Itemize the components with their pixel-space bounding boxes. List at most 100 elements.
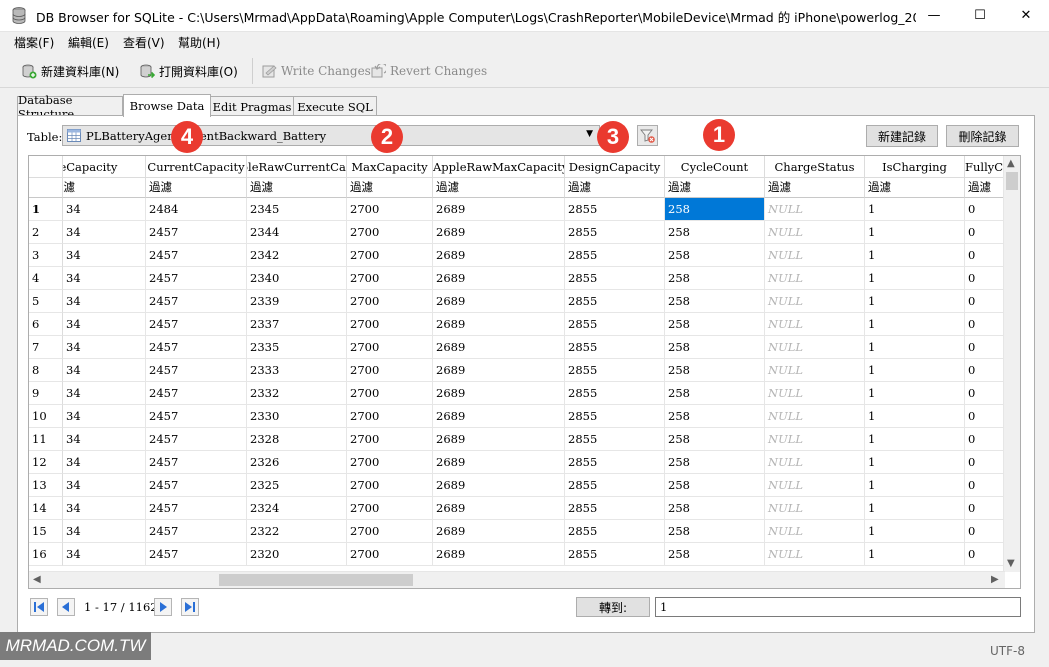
table-cell[interactable]: 2342 xyxy=(247,244,347,267)
table-cell[interactable]: 2689 xyxy=(433,290,565,313)
table-cell[interactable]: 2689 xyxy=(433,405,565,428)
table-cell[interactable]: 0 xyxy=(965,359,1005,382)
table-cell[interactable]: 2457 xyxy=(146,451,247,474)
table-cell[interactable]: 2700 xyxy=(347,244,433,267)
table-cell[interactable]: 0 xyxy=(965,543,1005,566)
table-cell[interactable]: 2855 xyxy=(565,474,665,497)
table-cell[interactable]: 34 xyxy=(63,244,146,267)
table-cell[interactable]: 1 xyxy=(865,520,965,543)
table-cell[interactable]: 2855 xyxy=(565,198,665,221)
column-header[interactable]: AppleRawMaxCapacity xyxy=(433,156,565,178)
goto-button[interactable]: 轉到: xyxy=(576,597,650,617)
table-cell[interactable]: 258 xyxy=(665,336,765,359)
table-cell[interactable]: NULL xyxy=(765,313,865,336)
row-number[interactable]: 1 xyxy=(29,198,63,221)
table-cell[interactable]: 0 xyxy=(965,451,1005,474)
scroll-up-icon[interactable]: ▲ xyxy=(1007,158,1015,169)
table-cell[interactable]: 258 xyxy=(665,451,765,474)
table-cell[interactable]: 1 xyxy=(865,313,965,336)
table-cell[interactable]: 2700 xyxy=(347,313,433,336)
table-cell[interactable]: 2689 xyxy=(433,428,565,451)
tab-browse-data[interactable]: Browse Data xyxy=(123,94,211,117)
table-cell[interactable]: 2340 xyxy=(247,267,347,290)
table-cell[interactable]: 258 xyxy=(665,267,765,290)
table-cell[interactable]: 0 xyxy=(965,221,1005,244)
table-cell[interactable]: 258 xyxy=(665,221,765,244)
revert-changes-button[interactable]: Revert Changes xyxy=(371,61,487,81)
table-cell[interactable]: 2457 xyxy=(146,359,247,382)
table-cell[interactable]: NULL xyxy=(765,474,865,497)
column-header[interactable]: AvailableCapacity xyxy=(63,156,146,178)
table-cell[interactable]: NULL xyxy=(765,198,865,221)
table-cell[interactable]: 2326 xyxy=(247,451,347,474)
table-cell[interactable]: 2322 xyxy=(247,520,347,543)
write-changes-button[interactable]: Write Changes xyxy=(262,61,371,81)
table-cell[interactable]: 1 xyxy=(865,405,965,428)
table-cell[interactable]: NULL xyxy=(765,382,865,405)
column-header[interactable]: ChargeStatus xyxy=(765,156,865,178)
table-cell[interactable]: 258 xyxy=(665,382,765,405)
table-cell[interactable]: 258 xyxy=(665,405,765,428)
table-cell[interactable]: 34 xyxy=(63,198,146,221)
table-cell[interactable]: 2457 xyxy=(146,520,247,543)
table-cell[interactable]: 2333 xyxy=(247,359,347,382)
row-number[interactable]: 8 xyxy=(29,359,63,382)
horizontal-scrollbar[interactable]: ◀ ▶ xyxy=(29,571,1005,588)
table-cell[interactable]: 34 xyxy=(63,221,146,244)
table-cell[interactable]: 34 xyxy=(63,290,146,313)
table-cell[interactable]: 0 xyxy=(965,497,1005,520)
table-cell[interactable]: NULL xyxy=(765,336,865,359)
tab-database-structure[interactable]: Database Structure xyxy=(17,93,123,121)
table-cell[interactable]: 2689 xyxy=(433,474,565,497)
table-cell[interactable]: NULL xyxy=(765,244,865,267)
table-cell[interactable]: 2700 xyxy=(347,474,433,497)
scroll-left-icon[interactable]: ◀ xyxy=(33,574,41,585)
table-cell[interactable]: 2332 xyxy=(247,382,347,405)
vertical-scroll-thumb[interactable] xyxy=(1006,172,1018,190)
column-filter-input[interactable]: 過濾 xyxy=(433,178,565,198)
row-number[interactable]: 3 xyxy=(29,244,63,267)
table-cell[interactable]: 34 xyxy=(63,359,146,382)
column-filter-input[interactable]: 過濾 xyxy=(765,178,865,198)
row-number[interactable]: 12 xyxy=(29,451,63,474)
table-cell[interactable]: 34 xyxy=(63,451,146,474)
table-cell[interactable]: 2855 xyxy=(565,244,665,267)
menu-edit[interactable]: 編輯(E) xyxy=(68,34,109,51)
table-cell[interactable]: 2345 xyxy=(247,198,347,221)
table-cell[interactable]: 2689 xyxy=(433,497,565,520)
table-cell[interactable]: 2457 xyxy=(146,405,247,428)
table-cell[interactable]: 34 xyxy=(63,336,146,359)
table-cell[interactable]: 2457 xyxy=(146,244,247,267)
table-cell[interactable]: 0 xyxy=(965,474,1005,497)
table-cell[interactable]: 2689 xyxy=(433,198,565,221)
table-cell[interactable]: 2855 xyxy=(565,382,665,405)
row-number[interactable]: 14 xyxy=(29,497,63,520)
table-cell[interactable]: 0 xyxy=(965,382,1005,405)
table-cell[interactable]: 2700 xyxy=(347,543,433,566)
table-cell[interactable]: 2855 xyxy=(565,543,665,566)
table-cell[interactable]: 2330 xyxy=(247,405,347,428)
row-number[interactable]: 15 xyxy=(29,520,63,543)
table-cell[interactable]: 1 xyxy=(865,428,965,451)
table-cell[interactable]: 2337 xyxy=(247,313,347,336)
table-cell[interactable]: 1 xyxy=(865,336,965,359)
table-cell[interactable]: 2855 xyxy=(565,336,665,359)
open-database-button[interactable]: 打開資料庫(O) xyxy=(140,61,238,81)
table-cell[interactable]: 2457 xyxy=(146,543,247,566)
row-number[interactable]: 7 xyxy=(29,336,63,359)
table-cell[interactable]: 2700 xyxy=(347,267,433,290)
table-cell[interactable]: NULL xyxy=(765,405,865,428)
table-cell[interactable]: 2328 xyxy=(247,428,347,451)
first-page-button[interactable] xyxy=(30,598,48,616)
table-cell[interactable]: 2457 xyxy=(146,313,247,336)
table-cell[interactable]: NULL xyxy=(765,451,865,474)
scroll-down-icon[interactable]: ▼ xyxy=(1007,558,1015,569)
table-cell[interactable]: NULL xyxy=(765,359,865,382)
column-header[interactable]: DesignCapacity xyxy=(565,156,665,178)
column-header[interactable]: AppleRawCurrentCapacity xyxy=(247,156,347,178)
table-cell[interactable]: 2689 xyxy=(433,382,565,405)
table-cell[interactable]: 258 xyxy=(665,313,765,336)
table-cell[interactable]: 1 xyxy=(865,359,965,382)
table-cell[interactable]: 2700 xyxy=(347,497,433,520)
minimize-button[interactable]: — xyxy=(911,0,957,31)
